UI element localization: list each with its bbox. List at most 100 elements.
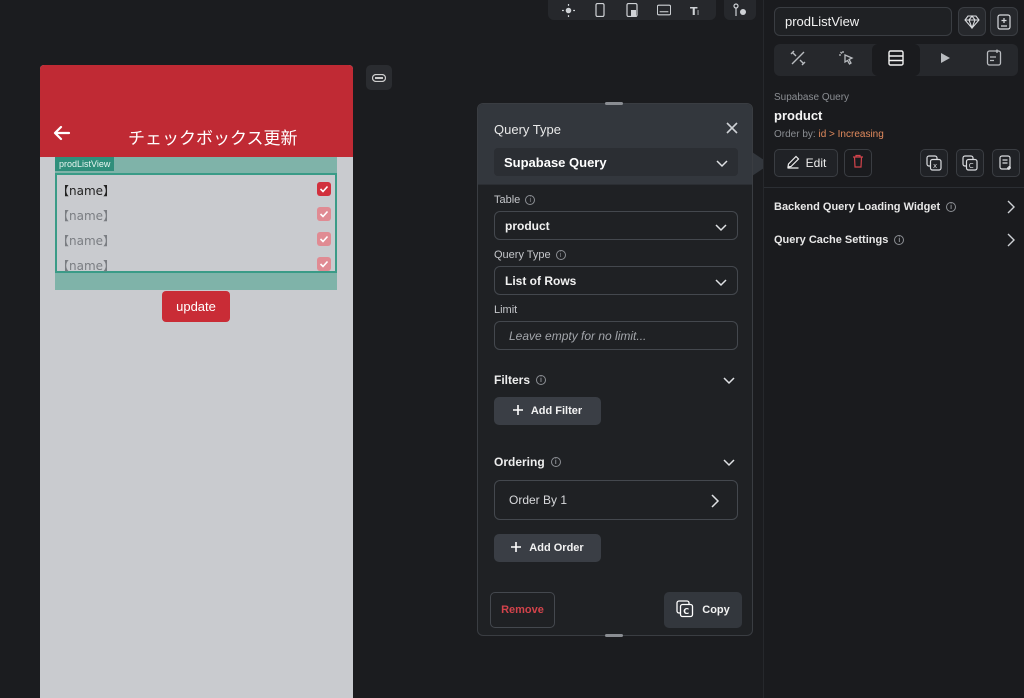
list-item[interactable]: 【name】 xyxy=(57,227,335,251)
cursor-click-icon xyxy=(838,49,856,72)
ordering-label: Ordering xyxy=(494,455,545,469)
order-by-value: id > Increasing xyxy=(818,129,884,140)
toggle-view-button[interactable] xyxy=(366,65,392,90)
ordering-section-header[interactable]: Ordering i xyxy=(494,455,561,469)
info-icon[interactable]: i xyxy=(536,375,547,385)
info-icon[interactable]: i xyxy=(555,250,566,260)
widget-name-input[interactable]: prodListView xyxy=(774,7,952,36)
list-item[interactable]: 【name】 xyxy=(57,252,335,276)
limit-placeholder: Leave empty for no limit... xyxy=(509,329,647,343)
prod-list-view[interactable]: prodListView 【name】 【name】 【name】 【name】 xyxy=(55,157,337,290)
edit-button[interactable]: Edit xyxy=(774,149,838,177)
divider xyxy=(478,184,752,185)
copy-icon[interactable]: C xyxy=(956,149,984,177)
add-filter-button[interactable]: Add Filter xyxy=(494,397,601,425)
order-by-summary: Order by: id > Increasing xyxy=(774,129,884,140)
list-item[interactable]: 【name】 xyxy=(57,202,335,226)
notes-icon xyxy=(986,49,1002,72)
chevron-right-icon xyxy=(1006,200,1018,214)
tablet-icon[interactable] xyxy=(625,3,639,17)
tools-icon xyxy=(789,49,807,72)
tab-actions[interactable] xyxy=(823,44,872,76)
chevron-down-icon xyxy=(715,275,727,287)
svg-text:x: x xyxy=(933,162,937,170)
checkbox[interactable] xyxy=(317,207,331,221)
remove-button[interactable]: Remove xyxy=(490,592,555,628)
listview-tag: prodListView xyxy=(55,157,115,171)
properties-panel: prodListView Supabase Query product Orde… xyxy=(763,0,1024,698)
chevron-down-icon xyxy=(715,220,727,232)
info-icon[interactable]: i xyxy=(946,202,957,212)
phone-icon[interactable] xyxy=(593,3,607,17)
chevron-down-icon[interactable] xyxy=(722,373,736,387)
query-popup: Query Type Supabase Query Table i product… xyxy=(477,103,753,636)
query-type-value: Supabase Query xyxy=(504,155,607,170)
table-value: product xyxy=(505,219,550,233)
backend-loading-label: Backend Query Loading Widget xyxy=(774,201,941,213)
play-icon xyxy=(938,51,952,70)
paste-icon[interactable] xyxy=(992,149,1020,177)
table-label-text: Table xyxy=(494,194,521,206)
svg-text:I: I xyxy=(697,9,699,16)
close-icon[interactable] xyxy=(724,120,740,136)
copy-icon: C xyxy=(676,599,694,621)
query-kind: Supabase Query xyxy=(774,92,850,103)
query-type-label: Query Type i xyxy=(494,249,566,261)
tab-backend-query[interactable] xyxy=(871,44,921,76)
variable-icon[interactable]: x xyxy=(920,149,948,177)
widget-doc-icon[interactable] xyxy=(990,7,1018,36)
list-item-label: 【name】 xyxy=(57,259,116,273)
table-select[interactable]: product xyxy=(494,211,738,240)
diamond-icon[interactable] xyxy=(958,7,986,36)
query-type-select[interactable]: Supabase Query xyxy=(494,148,738,176)
edit-label: Edit xyxy=(805,156,827,170)
brightness-icon[interactable] xyxy=(561,3,575,17)
query-type-label-text: Query Type xyxy=(494,249,551,261)
phone-canvas[interactable]: チェックボックス更新 prodListView 【name】 【name】 【n… xyxy=(40,65,353,698)
copy-label: Copy xyxy=(702,604,730,616)
checkbox[interactable] xyxy=(317,257,331,271)
text-size-icon[interactable]: TI xyxy=(689,3,703,17)
back-arrow-icon[interactable] xyxy=(52,123,72,143)
keyboard-icon[interactable] xyxy=(657,3,671,17)
copy-button[interactable]: C Copy xyxy=(664,592,742,628)
cache-settings-label: Query Cache Settings xyxy=(774,234,889,246)
plus-icon xyxy=(512,404,523,418)
resize-handle-top[interactable] xyxy=(605,102,623,105)
tab-notes[interactable] xyxy=(969,44,1018,76)
chevron-down-icon xyxy=(716,156,728,168)
plus-icon xyxy=(511,541,522,555)
checkbox[interactable] xyxy=(317,182,331,196)
info-icon[interactable]: i xyxy=(550,457,561,467)
filters-section-header[interactable]: Filters i xyxy=(494,373,547,387)
trash-icon xyxy=(852,154,864,173)
database-icon xyxy=(887,49,905,72)
limit-label-text: Limit xyxy=(494,304,518,316)
limit-input[interactable]: Leave empty for no limit... xyxy=(494,321,738,350)
list-item[interactable]: 【name】 xyxy=(57,177,335,201)
checkbox[interactable] xyxy=(317,232,331,246)
tab-properties[interactable] xyxy=(774,44,823,76)
panel-tabs xyxy=(774,44,1018,76)
add-order-button[interactable]: Add Order xyxy=(494,534,601,562)
order-by-row[interactable]: Order By 1 xyxy=(494,480,738,520)
delete-button[interactable] xyxy=(844,149,872,177)
backend-loading-widget-row[interactable]: Backend Query Loading Widget i xyxy=(774,197,1018,217)
info-icon[interactable]: i xyxy=(525,195,536,205)
order-by-prefix: Order by: xyxy=(774,129,816,140)
order-by-label: Order By 1 xyxy=(509,493,568,507)
query-rows-select[interactable]: List of Rows xyxy=(494,266,738,295)
update-button[interactable]: update xyxy=(162,291,230,322)
tab-animations[interactable] xyxy=(920,44,969,76)
add-order-label: Add Order xyxy=(529,542,584,554)
svg-text:C: C xyxy=(684,607,690,616)
query-cache-settings-row[interactable]: Query Cache Settings i xyxy=(774,230,1018,250)
pencil-icon xyxy=(786,155,800,172)
query-table: product xyxy=(774,108,823,123)
chevron-down-icon[interactable] xyxy=(722,455,736,469)
limit-label: Limit xyxy=(494,304,517,316)
app-bar: チェックボックス更新 xyxy=(40,65,353,157)
widget-settings-icon[interactable] xyxy=(724,0,756,20)
info-icon[interactable]: i xyxy=(894,235,905,245)
resize-handle-bottom[interactable] xyxy=(605,634,623,637)
